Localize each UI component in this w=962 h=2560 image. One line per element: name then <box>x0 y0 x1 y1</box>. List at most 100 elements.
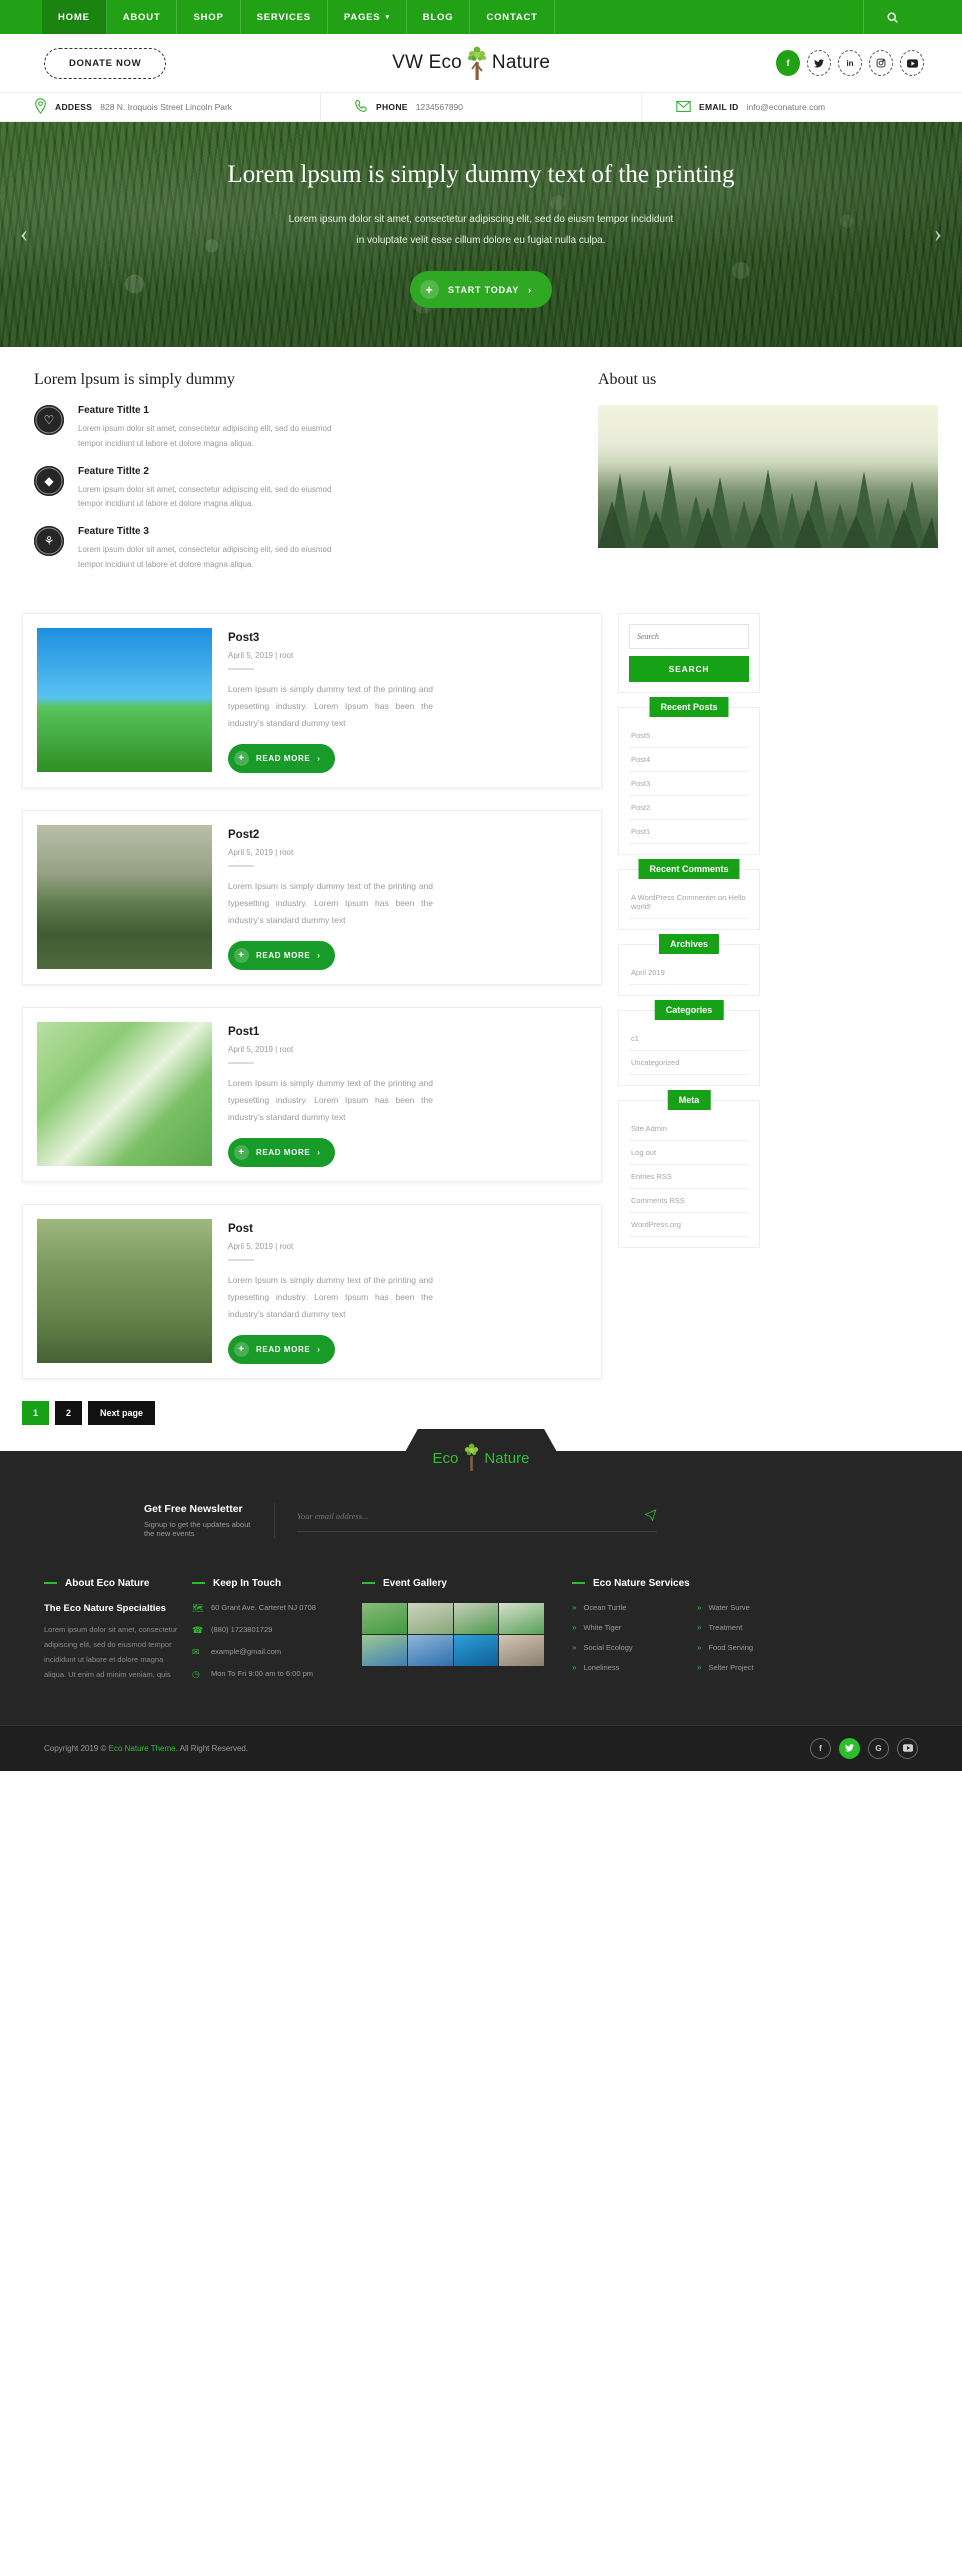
linkedin-icon[interactable]: in <box>838 50 862 76</box>
service-link[interactable]: » Treatment <box>697 1623 812 1632</box>
start-today-button[interactable]: + START TODAY › <box>410 271 552 308</box>
gallery-thumbnail[interactable] <box>407 1634 453 1666</box>
search-icon[interactable] <box>864 0 920 34</box>
list-item[interactable]: Uncategorized <box>629 1051 749 1075</box>
chevron-right-icon: » <box>572 1602 577 1612</box>
pagination-next-page[interactable]: Next page <box>88 1400 156 1425</box>
read-more-button[interactable]: + READ MORE › <box>228 743 335 773</box>
list-item[interactable]: Post3 <box>629 772 749 796</box>
gallery-thumbnail[interactable] <box>499 1602 544 1634</box>
plus-icon: + <box>420 280 440 299</box>
dash-icon <box>572 1582 585 1585</box>
gallery-thumbnail[interactable] <box>407 1602 453 1634</box>
phone-label: PHONE <box>376 102 408 112</box>
read-more-button[interactable]: + READ MORE › <box>228 1334 335 1364</box>
post-thumbnail[interactable] <box>37 824 212 969</box>
feature-body: Feature Titlte 3 Lorem ipsum dolor sit a… <box>78 526 356 573</box>
list-item[interactable]: Entries RSS <box>629 1165 749 1189</box>
twitter-icon[interactable] <box>807 50 831 76</box>
site-logo[interactable]: VW Eco Nature <box>166 46 776 80</box>
service-link[interactable]: » Selter Project <box>697 1663 812 1672</box>
chevron-right-icon: › <box>317 950 321 960</box>
list-item[interactable]: Log out <box>629 1141 749 1165</box>
service-link[interactable]: » Loneliness <box>572 1663 687 1672</box>
service-link[interactable]: » White Tiger <box>572 1623 687 1632</box>
list-item[interactable]: Post4 <box>629 748 749 772</box>
chevron-right-icon: » <box>572 1642 577 1652</box>
list-item[interactable]: Post1 <box>629 820 749 844</box>
list-item[interactable]: Comments RSS <box>629 1189 749 1213</box>
widget-title: Recent Posts <box>649 696 729 717</box>
footer-gallery-column: Event Gallery <box>362 1578 562 1691</box>
read-more-label: READ MORE <box>256 753 311 763</box>
post-title[interactable]: Post <box>228 1223 587 1235</box>
list-item[interactable]: A WordPress Commenter on Hello world! <box>629 886 749 919</box>
features-section-title: Lorem lpsum is simply dummy <box>34 371 235 388</box>
leaf-icon: ⚘ <box>34 526 64 557</box>
footer-logo[interactable]: Eco Nature <box>433 1443 529 1475</box>
carousel-next-arrow[interactable]: › <box>934 221 942 248</box>
footer-contact-row: ◷ Mon To Fri 9:00 am to 6:00 pm <box>192 1669 352 1680</box>
gallery-thumbnail[interactable] <box>453 1634 499 1666</box>
gallery-thumbnail[interactable] <box>499 1634 544 1666</box>
list-item[interactable]: WordPress.org <box>629 1213 749 1237</box>
post-title[interactable]: Post1 <box>228 1026 587 1038</box>
post-title[interactable]: Post2 <box>228 829 587 841</box>
search-widget: SEARCH <box>618 612 760 693</box>
copyright-text: Copyright 2019 © Eco Nature Theme. All R… <box>22 1744 810 1753</box>
twitter-icon[interactable] <box>839 1737 860 1759</box>
service-link[interactable]: » Food Serving <box>697 1643 812 1652</box>
nav-item-about[interactable]: ABOUT <box>107 0 178 34</box>
post-thumbnail[interactable] <box>37 1218 212 1363</box>
list-item[interactable]: Site Admin <box>629 1117 749 1141</box>
gallery-thumbnail[interactable] <box>362 1634 407 1666</box>
instagram-icon[interactable] <box>869 50 893 76</box>
post-divider <box>228 667 254 670</box>
gallery-thumbnail[interactable] <box>362 1602 407 1634</box>
nav-item-shop[interactable]: SHOP <box>177 0 241 34</box>
nav-item-blog[interactable]: BLOG <box>407 0 471 34</box>
post-thumbnail[interactable] <box>37 1021 212 1166</box>
post-excerpt: Lorem Ipsum is simply dummy text of the … <box>228 1274 433 1319</box>
newsletter-email-input[interactable] <box>297 1511 644 1522</box>
google-icon[interactable]: G <box>868 1737 889 1759</box>
widget-title: Recent Comments <box>638 858 740 879</box>
youtube-icon[interactable] <box>897 1737 918 1759</box>
read-more-label: READ MORE <box>256 1344 311 1354</box>
facebook-icon[interactable]: f <box>776 50 800 76</box>
read-more-button[interactable]: + READ MORE › <box>228 1137 335 1167</box>
feature-text: Lorem ipsum dolor sit amet, consectetur … <box>78 545 332 569</box>
send-icon[interactable] <box>644 1508 657 1524</box>
feature-body: Feature Titlte 1 Lorem ipsum dolor sit a… <box>78 405 356 452</box>
main-content-area: Post3 April 5, 2019 | root Lorem Ipsum i… <box>0 605 962 1445</box>
post-thumbnail[interactable] <box>37 627 212 772</box>
youtube-icon[interactable] <box>900 50 924 76</box>
post-title[interactable]: Post3 <box>228 632 587 644</box>
nav-item-services[interactable]: SERVICES <box>241 0 328 34</box>
gallery-thumbnail[interactable] <box>453 1602 499 1634</box>
service-link[interactable]: » Social Ecology <box>572 1643 687 1652</box>
carousel-prev-arrow[interactable]: ‹ <box>20 221 28 248</box>
search-submit-button[interactable]: SEARCH <box>629 655 749 682</box>
list-item[interactable]: April 2019 <box>629 961 749 985</box>
list-item[interactable]: c1 <box>629 1027 749 1051</box>
nav-label: SERVICES <box>256 11 311 23</box>
nav-item-pages[interactable]: PAGES ▾ <box>328 0 407 34</box>
search-input[interactable] <box>629 623 749 649</box>
service-link[interactable]: » Water Surve <box>697 1603 812 1612</box>
feature-item: ⚘ Feature Titlte 3 Lorem ipsum dolor sit… <box>22 526 580 573</box>
read-more-button[interactable]: + READ MORE › <box>228 940 335 970</box>
facebook-icon[interactable]: f <box>810 1737 831 1759</box>
pagination-page-2[interactable]: 2 <box>55 1400 83 1425</box>
list-item[interactable]: Post2 <box>629 796 749 820</box>
site-header: DONATE NOW VW Eco Nature f in <box>0 34 962 92</box>
donate-now-button[interactable]: DONATE NOW <box>44 47 167 79</box>
tree-icon <box>464 46 490 80</box>
list-item[interactable]: Post5 <box>629 724 749 748</box>
pagination-page-1[interactable]: 1 <box>22 1400 50 1425</box>
copyright-link[interactable]: Eco Nature Theme <box>109 1744 176 1753</box>
service-link[interactable]: » Ocean Turtle <box>572 1603 687 1612</box>
nav-item-home[interactable]: HOME <box>42 0 107 34</box>
chevron-right-icon: › <box>317 753 321 763</box>
nav-item-contact[interactable]: CONTACT <box>470 0 555 34</box>
